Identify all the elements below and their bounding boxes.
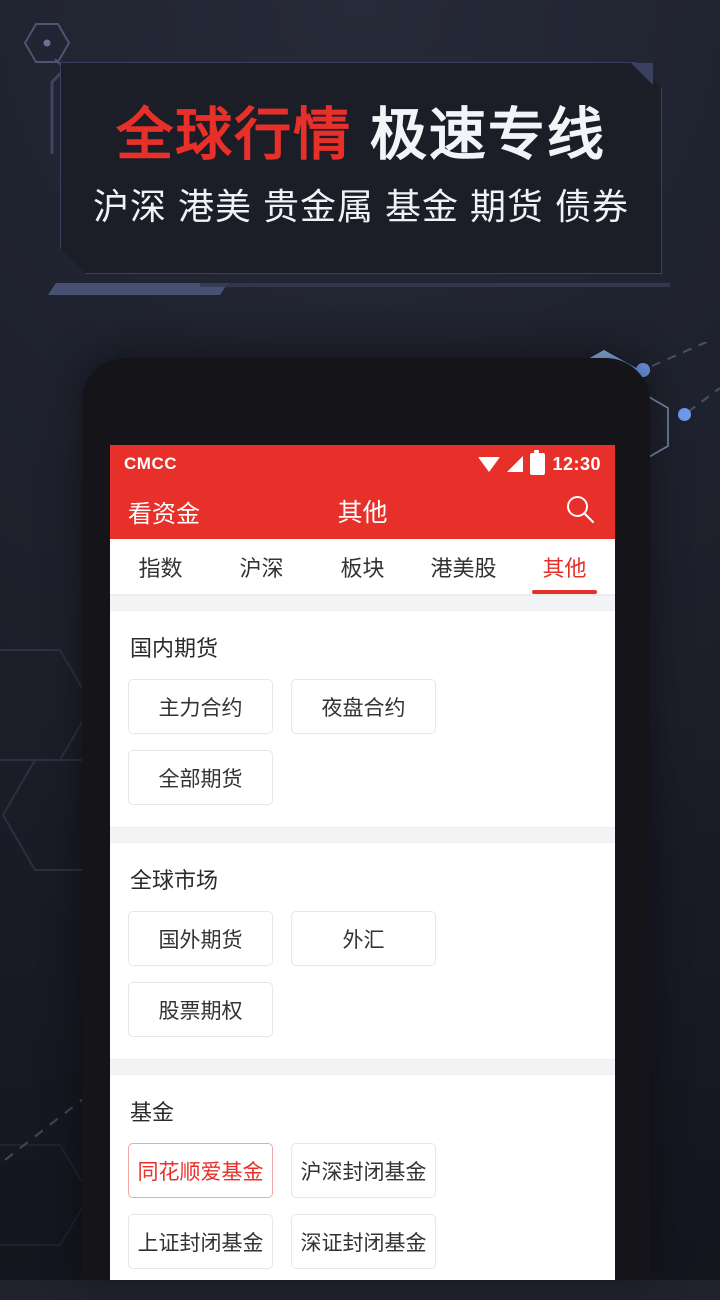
card-shenzhen-closed-fund[interactable]: 深证封闭基金: [291, 1214, 436, 1269]
tab-sector[interactable]: 板块: [312, 539, 413, 594]
tab-hk-us-stocks[interactable]: 港美股: [413, 539, 514, 594]
card-ths-love-fund[interactable]: 同花顺爱基金: [128, 1143, 273, 1198]
status-bar: CMCC 12:30: [110, 445, 615, 483]
badge-dot-lower: [678, 408, 691, 421]
section-domestic-futures: 国内期货 主力合约 夜盘合约 全部期货: [110, 611, 615, 827]
phone-screen: CMCC 12:30 看资金 其他 指数 沪深 板块 港美股 其他 国内期货 主…: [110, 445, 615, 1280]
wifi-icon: [478, 456, 501, 472]
card-all-futures[interactable]: 全部期货: [128, 750, 273, 805]
content-scroll-area[interactable]: 国内期货 主力合约 夜盘合约 全部期货 全球市场 国外期货 外汇 股票期权 基金…: [110, 595, 615, 1280]
banner-headline: 全球行情 极速专线: [116, 107, 606, 164]
card-grid: 主力合约 夜盘合约 全部期货: [128, 679, 597, 805]
tab-other[interactable]: 其他: [514, 539, 615, 594]
signal-icon: [507, 456, 524, 472]
card-grid: 同花顺爱基金 沪深封闭基金 上证封闭基金 深证封闭基金: [128, 1143, 597, 1269]
banner-accent-line: [200, 283, 670, 287]
section-title: 全球市场: [130, 868, 219, 893]
tab-bar: 指数 沪深 板块 港美股 其他: [110, 539, 615, 595]
card-shanghai-closed-fund[interactable]: 上证封闭基金: [128, 1214, 273, 1269]
banner-corner-triangle: [631, 63, 653, 85]
card-foreign-futures[interactable]: 国外期货: [128, 911, 273, 966]
battery-icon: [530, 450, 546, 475]
tab-hushen[interactable]: 沪深: [211, 539, 312, 594]
capital-flow-button[interactable]: 看资金: [128, 494, 200, 529]
headline-red-text: 全球行情: [116, 102, 353, 167]
tab-index[interactable]: 指数: [110, 539, 211, 594]
banner-subline: 沪深 港美 贵金属 基金 期货 债券: [92, 185, 629, 227]
section-divider: [110, 827, 615, 843]
card-grid: 国外期货 外汇 股票期权: [128, 911, 597, 1037]
section-divider: [110, 1059, 615, 1075]
section-title: 基金: [130, 1100, 175, 1125]
card-forex[interactable]: 外汇: [291, 911, 436, 966]
carrier-label: CMCC: [124, 454, 177, 473]
search-icon[interactable]: [563, 492, 597, 531]
section-global-market: 全球市场 国外期货 外汇 股票期权: [110, 843, 615, 1059]
card-main-contract[interactable]: 主力合约: [128, 679, 273, 734]
promo-banner: 全球行情 极速专线 沪深 港美 贵金属 基金 期货 债券: [60, 62, 662, 274]
app-bar: 看资金 其他: [110, 483, 615, 539]
section-funds: 基金 同花顺爱基金 沪深封闭基金 上证封闭基金 深证封闭基金: [110, 1075, 615, 1280]
card-hushen-closed-fund[interactable]: 沪深封闭基金: [291, 1143, 436, 1198]
section-title: 国内期货: [130, 636, 219, 661]
card-stock-options[interactable]: 股票期权: [128, 982, 273, 1037]
status-time: 12:30: [552, 453, 601, 474]
card-night-contract[interactable]: 夜盘合约: [291, 679, 436, 734]
headline-white-text: 极速专线: [369, 102, 606, 167]
section-divider: [110, 595, 615, 611]
